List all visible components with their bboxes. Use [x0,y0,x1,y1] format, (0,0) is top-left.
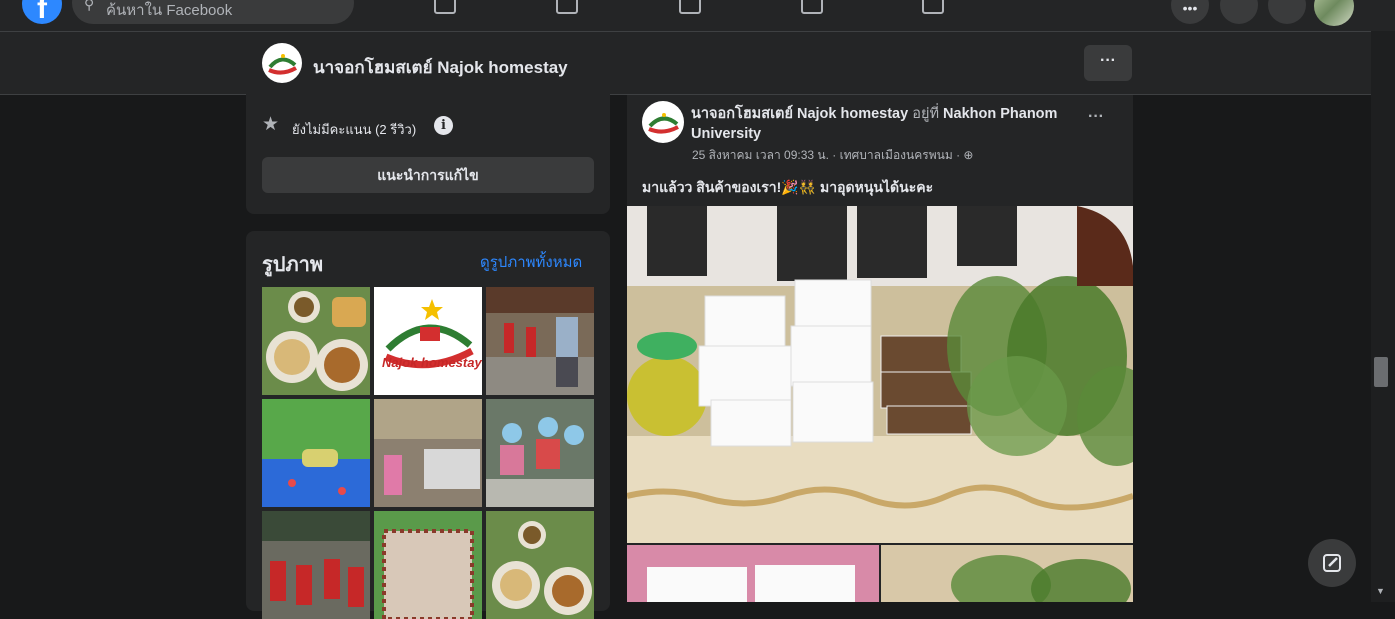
home-icon[interactable] [434,0,456,14]
photo-thumbnail[interactable] [374,399,482,507]
new-message-button[interactable] [1308,539,1356,587]
post-text: มาแล้วว สินค้าของเรา!🎉👯 มาอุดหนุนได้นะคะ [642,179,934,195]
post-more-button[interactable]: ··· [1088,108,1104,126]
cooking-photo [374,399,482,507]
gathering-photo [262,511,370,619]
rating-text[interactable]: ยังไม่มีคะแนน (2 รีวิว) [292,119,416,140]
page-title[interactable]: นาจอกโฮมสเตย์ Najok homestay [313,54,568,81]
friends-icon[interactable] [556,0,578,14]
photo-thumbnail[interactable] [486,511,594,619]
scrollbar-thumb[interactable] [1374,357,1388,387]
scroll-down-arrow-icon[interactable]: ▼ [1376,586,1385,596]
photo-thumbnail[interactable] [374,511,482,619]
products-photo [627,206,1133,543]
info-icon[interactable]: i [434,116,453,135]
post-meta: 25 สิงหาคม เวลา 09:33 น. · เทศบาลเมืองนค… [692,146,973,165]
photo-thumbnail[interactable] [262,399,370,507]
search-input[interactable]: ⚲ ค้นหาใน Facebook [72,0,354,24]
search-icon: ⚲ [84,0,95,12]
najok-logo-photo [384,299,474,369]
watch-icon[interactable] [679,0,701,14]
homestay-logo-icon [268,54,297,75]
suggest-edit-button[interactable]: แนะนำการแก้ไข [262,157,594,193]
post-image-3[interactable] [881,545,1133,602]
photo-thumbnail[interactable] [262,511,370,619]
photo-thumbnail[interactable] [262,287,370,395]
see-all-photos-link[interactable]: ดูรูปภาพทั้งหมด [480,250,582,274]
photo-thumbnail[interactable] [486,399,594,507]
edit-icon [1323,554,1341,572]
vegetables-photo [881,545,1133,602]
post-author-line: นาจอกโฮมสเตย์ Najok homestay อยู่ที่ Nak… [691,104,1081,144]
post-image-2[interactable] [627,545,879,602]
top-navigation: f ⚲ ค้นหาใน Facebook ••• [0,0,1395,31]
page-header-bar: นาจอกโฮมสเตย์ Najok homestay ··· [0,31,1371,95]
post-author-name[interactable]: นาจอกโฮมสเตย์ Najok homestay [691,106,908,122]
food-photo [486,511,594,619]
post-timestamp[interactable]: 25 สิงหาคม เวลา 09:33 น. · เทศบาลเมืองนค… [692,148,960,162]
post-author-avatar[interactable] [642,101,684,143]
photo-thumbnail[interactable] [486,287,594,395]
account-avatar[interactable] [1314,0,1354,26]
photos-heading[interactable]: รูปภาพ [262,248,323,280]
logo-caption: Najok homestay [382,355,482,370]
groups-icon[interactable] [922,0,944,14]
star-icon: ★ [262,114,280,135]
page-scrollbar[interactable] [1371,31,1395,602]
homestay-logo-icon [648,113,679,134]
page-more-button[interactable]: ··· [1084,45,1132,81]
people-photo [486,287,594,395]
post-at-word: อยู่ที่ [912,106,939,122]
messenger-icon[interactable] [1220,0,1258,24]
facebook-logo-icon[interactable]: f [22,0,62,25]
food-photo [262,287,370,395]
rating-card [246,88,610,214]
bed-photo [374,511,482,619]
products-photo [627,545,879,602]
search-placeholder: ค้นหาใน Facebook [106,2,233,19]
marketplace-icon[interactable] [801,0,823,14]
page-logo[interactable] [262,43,302,83]
photo-thumbnail[interactable]: Najok homestay [374,287,482,395]
globe-icon: ⊕ [963,148,974,162]
post-main-image[interactable] [627,206,1133,543]
notifications-icon[interactable] [1268,0,1306,24]
cooking-group-photo [486,399,594,507]
bedroom-photo [262,399,370,507]
menu-icon[interactable]: ••• [1171,0,1209,24]
